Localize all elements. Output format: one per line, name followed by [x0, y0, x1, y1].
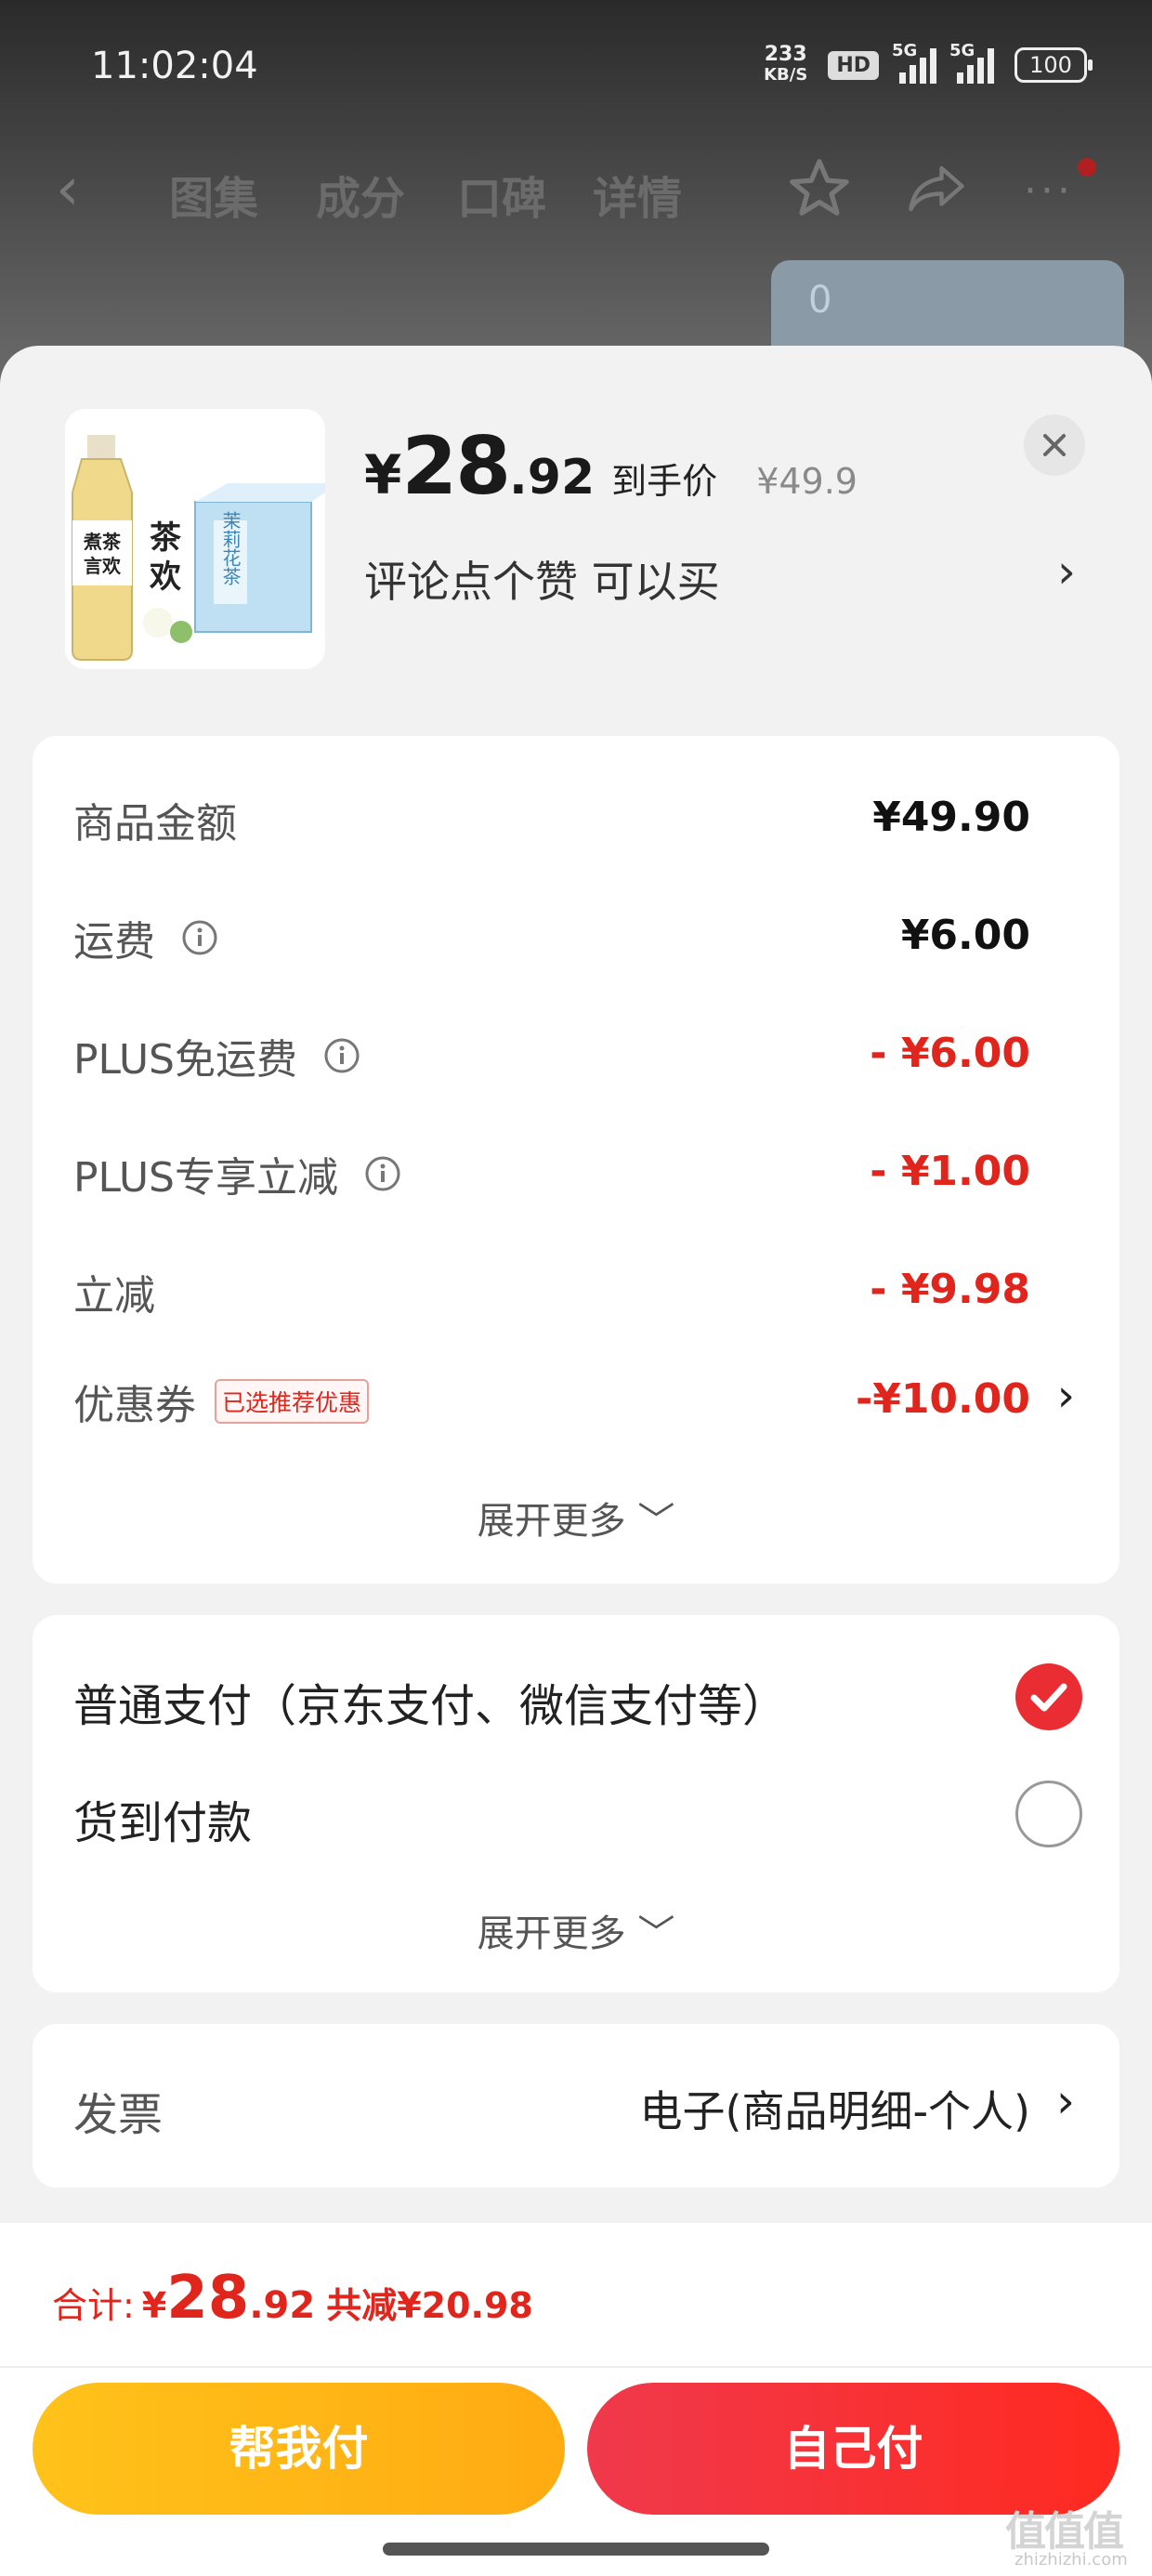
expand-more-button[interactable]: 展开更多 ﹀: [33, 1491, 1119, 1544]
svg-text:言欢: 言欢: [84, 555, 122, 577]
row-plus-free-shipping: PLUS免运费 - ¥6.00: [73, 1030, 1030, 1084]
final-price: ¥ 28 .92 到手价 ¥49.9: [364, 420, 857, 513]
self-pay-button[interactable]: 自己付: [587, 2383, 1119, 2515]
tab-reviews[interactable]: 口碑: [457, 162, 546, 227]
more-icon[interactable]: ···: [1024, 167, 1074, 215]
info-icon[interactable]: [181, 919, 218, 956]
signal-icon: 5G: [892, 41, 936, 84]
status-time: 11:02:04: [91, 45, 258, 87]
row-shipping: 运费 ¥6.00: [73, 912, 1030, 966]
total-saved: 共减¥20.98: [326, 2285, 533, 2326]
help-pay-button[interactable]: 帮我付: [33, 2383, 565, 2515]
status-icons: 233 KB/S HD 5G 5G 100: [764, 41, 1093, 85]
watermark-logo: 值值值: [1005, 2508, 1124, 2556]
payment-option-cod[interactable]: 货到付款: [73, 1771, 1119, 1855]
svg-text:煮茶: 煮茶: [83, 531, 122, 553]
hd-icon: HD: [828, 50, 879, 80]
row-instant-discount: 立减 - ¥9.98: [73, 1266, 1030, 1320]
tab-gallery[interactable]: 图集: [169, 162, 258, 227]
chevron-right-icon[interactable]: ›: [1057, 545, 1076, 598]
unchecked-icon[interactable]: [1015, 1781, 1082, 1847]
tab-details[interactable]: 详情: [593, 162, 682, 227]
checked-icon[interactable]: [1015, 1663, 1082, 1730]
divider: [0, 2366, 1152, 2368]
close-button[interactable]: [1024, 414, 1085, 476]
checkout-footer: 合计: ¥ 28 .92 共减¥20.98 帮我付 自己付 值值值 zhizhi…: [0, 2223, 1152, 2576]
product-header: 茉莉花茶 煮茶 言欢 茶 欢 ¥ 28 .92 到手价 ¥49.9 评论点个赞 …: [0, 346, 1152, 736]
svg-text:茶: 茶: [150, 519, 182, 557]
back-icon[interactable]: ‹: [56, 160, 80, 219]
watermark-url: zhizhizhi.com: [1015, 2550, 1128, 2569]
row-coupon[interactable]: 优惠券 已选推荐优惠 -¥10.00 ›: [73, 1364, 1119, 1439]
share-icon[interactable]: [906, 162, 967, 216]
price-tag-label: 到手价: [611, 461, 718, 502]
row-item-amount: 商品金额 ¥49.90: [73, 794, 1030, 848]
chevron-right-icon[interactable]: ›: [1056, 2074, 1075, 2128]
invoice-card[interactable]: 发票 电子(商品明细-个人) ›: [33, 2024, 1119, 2188]
favorite-star-icon[interactable]: [785, 156, 854, 221]
info-icon[interactable]: [323, 1037, 360, 1074]
svg-text:欢: 欢: [149, 559, 181, 596]
invoice-label: 发票: [73, 2089, 164, 2141]
battery-icon: 100: [1015, 47, 1093, 83]
product-image: 茉莉花茶 煮茶 言欢 茶 欢: [65, 409, 325, 669]
notification-dot: [1078, 158, 1096, 177]
original-price: ¥49.9: [756, 461, 857, 502]
row-plus-discount: PLUS专享立减 - ¥1.00: [73, 1148, 1030, 1202]
background-page: 11:02:04 233 KB/S HD 5G 5G 100 ‹ 图集 成分 口…: [0, 0, 1152, 390]
close-icon: [1043, 434, 1066, 456]
network-speed: 233 KB/S: [764, 43, 808, 85]
nav-bar: ‹ 图集 成分 口碑 详情 ···: [0, 149, 1152, 232]
payment-method-card: 普通支付（京东支付、微信支付等） 货到付款 展开更多 ﹀: [33, 1615, 1119, 1992]
home-indicator[interactable]: [383, 2543, 769, 2556]
payment-option-online[interactable]: 普通支付（京东支付、微信支付等）: [73, 1654, 1119, 1738]
tab-ingredients[interactable]: 成分: [316, 162, 405, 227]
invoice-value: 电子(商品明细-个人): [639, 2086, 1031, 2136]
total-amount: 合计: ¥ 28 .92 共减¥20.98: [52, 2264, 533, 2333]
chevron-right-icon[interactable]: ›: [1057, 1370, 1075, 1422]
svg-text:茉莉花茶: 茉莉花茶: [219, 511, 242, 585]
expand-more-button[interactable]: 展开更多 ﹀: [33, 1903, 1119, 1957]
coupon-badge: 已选推荐优惠: [215, 1379, 370, 1424]
signal-icon-2: 5G: [949, 41, 994, 84]
info-icon[interactable]: [364, 1155, 401, 1192]
status-bar: 11:02:04 233 KB/S HD 5G 5G 100: [0, 0, 1152, 139]
price-breakdown-card: 商品金额 ¥49.90 运费 ¥6.00 PLUS免运费 - ¥6.00 PLU…: [33, 736, 1119, 1584]
promo-text[interactable]: 评论点个赞 可以买: [364, 548, 720, 610]
